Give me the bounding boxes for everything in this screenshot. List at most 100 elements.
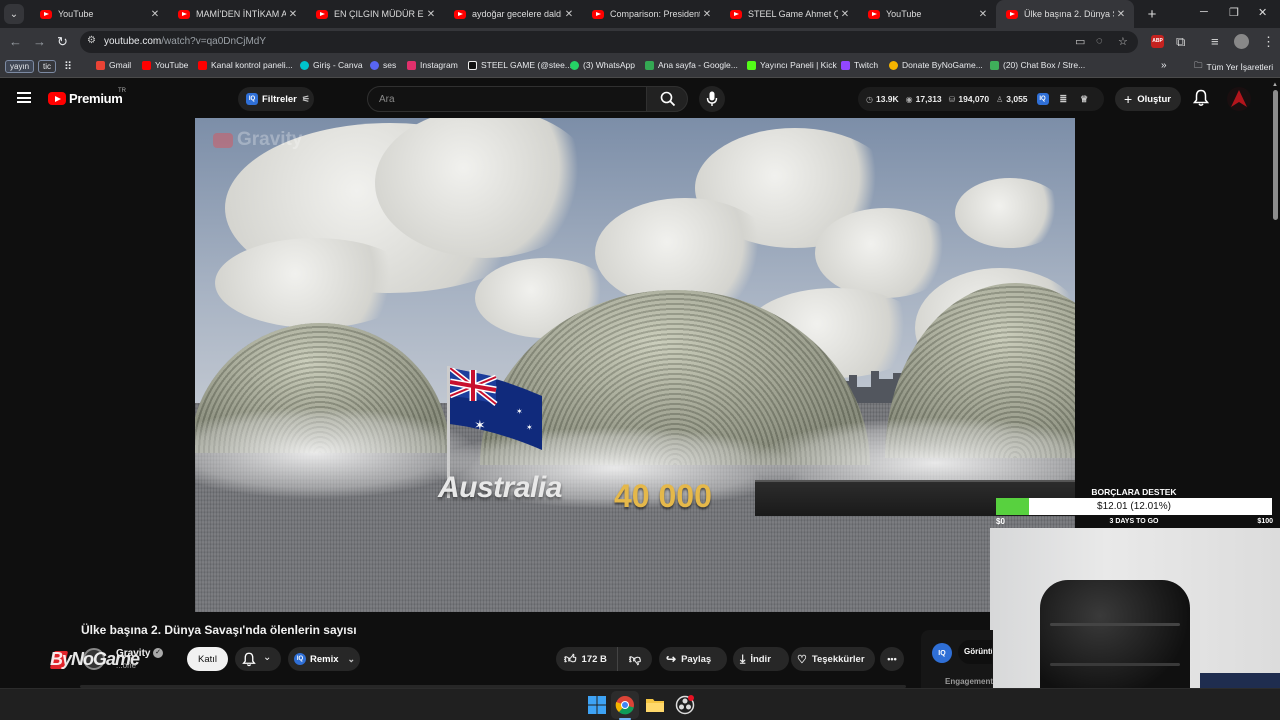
close-tab-icon[interactable]: ✕ <box>562 9 576 20</box>
bookmark-tiktok[interactable]: STEEL GAME (@stee... <box>468 60 572 70</box>
minimize-button[interactable]: ─ <box>1200 6 1208 18</box>
bookmark-kick[interactable]: Yayıncı Paneli | Kick <box>747 60 837 70</box>
stat-subscribers: ⛁ 194,070 <box>949 94 989 104</box>
more-bookmarks-icon[interactable]: » <box>1161 60 1167 71</box>
obs-icon[interactable] <box>675 695 695 715</box>
youtube-favicon-icon <box>454 9 466 19</box>
trophy-icon[interactable]: ♕ <box>1080 94 1088 105</box>
video-death-count: 40 000 <box>614 478 712 514</box>
chrome-menu-icon[interactable]: ⋮ <box>1262 34 1275 50</box>
browser-tab[interactable]: MAMİ'DEN İNTİKAM ALDI✕ <box>168 0 306 28</box>
forward-icon[interactable]: → <box>33 34 46 49</box>
bookmark-label: ses <box>383 60 397 70</box>
site-info-icon[interactable]: ⚙ <box>87 35 96 46</box>
share-button[interactable]: ↪ Paylaş <box>659 647 727 671</box>
search-input[interactable]: Ara <box>367 86 647 112</box>
bookmark-chatbox[interactable]: (20) Chat Box / Stre... <box>990 60 1085 70</box>
all-bookmarks-folder[interactable]: 🗀 Tüm Yer İşaretleri <box>1194 60 1273 74</box>
close-tab-icon[interactable]: ✕ <box>286 9 300 20</box>
close-tab-icon[interactable]: ✕ <box>1114 9 1128 20</box>
install-app-icon[interactable]: ▭ <box>1075 35 1085 48</box>
youtube-logo-text[interactable]: Premium <box>69 91 123 106</box>
bookmark-canva[interactable]: Giriş - Canva <box>300 60 363 70</box>
filters-button[interactable]: IQ Filtreler ⚟ <box>238 87 314 111</box>
url-text[interactable]: youtube.com/watch?v=qa0DnCjMdY <box>104 36 266 47</box>
side-view-tab[interactable]: Görüntü <box>958 640 992 664</box>
tab-title: YouTube <box>58 9 94 19</box>
bookmark-label: (3) WhatsApp <box>583 60 635 70</box>
browser-tab[interactable]: Comparison: Presidential✕ <box>582 0 720 28</box>
cloud <box>815 208 955 298</box>
close-tab-icon[interactable]: ✕ <box>148 9 162 20</box>
bookmark-twitch[interactable]: Twitch <box>841 60 878 70</box>
more-actions-button[interactable]: ••• <box>880 647 904 671</box>
bookmark-ses[interactable]: ses <box>370 60 396 70</box>
tab-search-button[interactable]: ⌄ <box>4 4 24 24</box>
youtube-logo-icon[interactable] <box>48 92 66 105</box>
create-button[interactable]: + Oluştur <box>1115 87 1181 111</box>
channel-name[interactable]: Gravity <box>116 648 150 659</box>
list-icon[interactable]: ≣ <box>1060 94 1068 105</box>
voice-search-button[interactable] <box>699 86 725 112</box>
youtube-studio-icon <box>198 60 207 70</box>
bookmark-channel-panel[interactable]: Kanal kontrol paneli... <box>198 60 293 70</box>
profile-avatar[interactable] <box>1234 34 1249 49</box>
browser-toolbar: ← → ↻ ⚙ youtube.com/watch?v=qa0DnCjMdY ▭… <box>0 28 1280 56</box>
bookmark-donate[interactable]: Donate ByNoGame... <box>889 60 983 70</box>
notifications-bell-icon[interactable] <box>1193 89 1209 107</box>
restore-button[interactable]: ❐ <box>1229 6 1239 19</box>
bookmark-youtube[interactable]: YouTube <box>142 60 188 70</box>
new-tab-button[interactable]: + <box>1140 6 1164 23</box>
remix-button[interactable]: IQ Remix ⌄ <box>288 647 360 671</box>
thanks-button[interactable]: ♡ Teşekkürler <box>791 647 875 671</box>
scroll-up-arrow-icon[interactable]: ▲ <box>1272 82 1278 88</box>
address-bar[interactable]: ⚙ youtube.com/watch?v=qa0DnCjMdY ▭ ◌ ☆ <box>80 31 1138 53</box>
iq-icon[interactable]: IQ <box>1036 93 1049 105</box>
watermark-text: Gravity <box>237 129 303 150</box>
bookmark-gmail[interactable]: Gmail <box>96 60 131 70</box>
reading-list-icon[interactable]: ≡ <box>1211 34 1219 49</box>
extensions-icon[interactable]: ⧉ <box>1176 34 1185 50</box>
subscription-bell-button[interactable]: ⌄ <box>235 647 281 671</box>
download-label: İndir <box>750 653 771 665</box>
download-button[interactable]: ⤓ İndir <box>733 647 789 671</box>
eye-off-icon[interactable]: ◌ <box>1096 35 1103 47</box>
iq-icon[interactable]: IQ <box>932 643 952 663</box>
browser-tab[interactable]: YouTube ✕ <box>858 0 996 28</box>
browser-tab[interactable]: STEEL Game Ahmet Çelik✕ <box>720 0 858 28</box>
bookmark-folder-yayin[interactable]: yayın <box>5 60 35 73</box>
close-tab-icon[interactable]: ✕ <box>700 9 714 20</box>
page-scrollbar[interactable] <box>1273 90 1278 220</box>
reload-icon[interactable]: ↻ <box>57 34 68 50</box>
close-window-button[interactable]: ✕ <box>1258 6 1267 19</box>
remix-label: Remix <box>310 653 339 665</box>
bookmark-folder-tic[interactable]: tic <box>38 60 56 73</box>
close-tab-icon[interactable]: ✕ <box>424 9 438 20</box>
tab-title: STEEL Game Ahmet Çelik <box>748 9 838 19</box>
back-icon[interactable]: ← <box>9 34 22 49</box>
browser-tab[interactable]: aydoğar gecelere daldım ✕ <box>444 0 582 28</box>
bookmark-google-drive[interactable]: Ana sayfa - Google... <box>645 60 738 70</box>
browser-tab[interactable]: Ülke başına 2. Dünya Sava✕ <box>996 0 1134 28</box>
menu-icon[interactable] <box>17 92 31 103</box>
cloud <box>955 178 1065 248</box>
close-tab-icon[interactable]: ✕ <box>838 9 852 20</box>
video-player[interactable]: ✶ ✶ ✶ Gravity Australia 40 000 <box>195 118 1075 612</box>
dislike-button[interactable]: 👎︎ <box>618 647 652 671</box>
adblock-icon[interactable]: ABP <box>1151 35 1164 48</box>
share-label: Paylaş <box>681 653 712 665</box>
search-button[interactable] <box>646 86 688 112</box>
account-avatar[interactable] <box>1227 87 1251 111</box>
bookmark-whatsapp[interactable]: (3) WhatsApp <box>570 60 635 70</box>
browser-tab[interactable]: EN ÇILGIN MÜDÜR ELEMİ✕ <box>306 0 444 28</box>
file-explorer-icon[interactable] <box>645 695 665 715</box>
close-tab-icon[interactable]: ✕ <box>976 9 990 20</box>
windows-start-icon[interactable] <box>587 695 607 715</box>
join-button[interactable]: Katıl <box>187 647 228 671</box>
like-button[interactable]: 👍︎ 172 B <box>556 647 618 671</box>
bookmark-star-icon[interactable]: ☆ <box>1118 35 1128 48</box>
chrome-icon[interactable] <box>615 695 635 715</box>
bookmark-instagram[interactable]: Instagram <box>407 60 458 70</box>
browser-tab[interactable]: YouTube ✕ <box>30 0 168 28</box>
apps-grid-icon[interactable]: ⠿ <box>64 60 72 73</box>
